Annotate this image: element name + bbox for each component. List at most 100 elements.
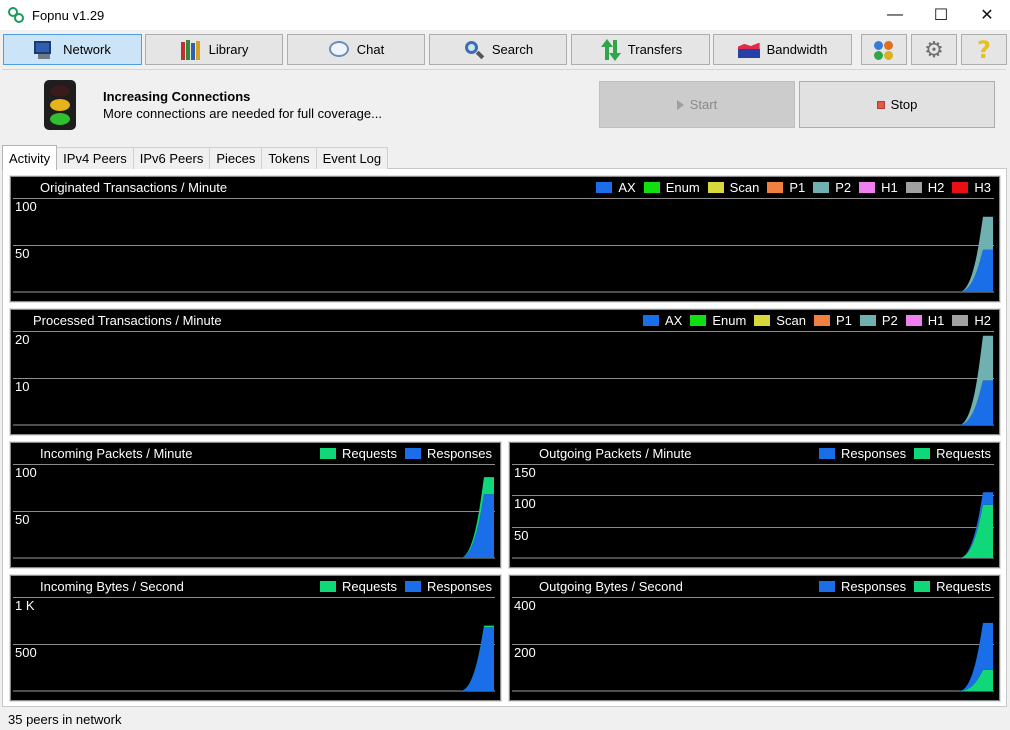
legend-label: H2 xyxy=(927,180,945,195)
tab-event-log[interactable]: Event Log xyxy=(315,147,389,169)
tab-tokens[interactable]: Tokens xyxy=(261,147,317,169)
y-tick-label: 150 xyxy=(514,465,536,480)
legend-item: H1 xyxy=(859,180,898,195)
stop-button[interactable]: Stop xyxy=(799,81,995,128)
maximize-button[interactable]: ☐ xyxy=(918,0,964,30)
legend-item: Scan xyxy=(707,180,760,195)
legend-item: Responses xyxy=(404,446,492,461)
legend-swatch xyxy=(859,315,876,326)
legend-label: Responses xyxy=(426,446,492,461)
legend-label: H1 xyxy=(881,180,898,195)
legend-swatch xyxy=(859,182,876,193)
legend-label: Enum xyxy=(712,313,747,328)
legend-swatch xyxy=(320,581,337,592)
series-area-responses xyxy=(460,627,494,691)
legend-swatch xyxy=(813,315,830,326)
legend-item: H1 xyxy=(905,313,945,328)
library-button[interactable]: Library xyxy=(145,34,283,65)
transfers-button-label: Transfers xyxy=(627,42,683,57)
start-button-label: Start xyxy=(689,97,718,112)
legend-swatch xyxy=(952,182,969,193)
legend-swatch xyxy=(404,581,421,592)
legend-label: P2 xyxy=(881,313,898,328)
tab-ipv6-peers[interactable]: IPv6 Peers xyxy=(132,147,211,169)
chart-processed-transactions: 20 10 Processed Transactions / Minute AX E… xyxy=(10,309,1000,435)
legend-item: Requests xyxy=(320,579,397,594)
tab-activity[interactable]: Activity xyxy=(2,145,58,170)
y-tick-label: 100 xyxy=(15,465,37,480)
legend-swatch xyxy=(404,448,421,459)
legend-label: H3 xyxy=(974,180,991,195)
legend-item: AX xyxy=(596,180,636,195)
search-icon xyxy=(463,39,485,61)
y-tick-label: 1 K xyxy=(15,598,35,613)
legend-item: AX xyxy=(642,313,682,328)
bandwidth-icon xyxy=(737,39,760,61)
y-tick-label: 10 xyxy=(15,379,29,394)
y-tick-label: 100 xyxy=(15,199,37,214)
tab-pieces[interactable]: Pieces xyxy=(209,147,263,169)
bandwidth-button[interactable]: Bandwidth xyxy=(713,34,852,65)
legend-swatch xyxy=(320,448,337,459)
users-icon xyxy=(873,39,895,61)
legend-item: P2 xyxy=(859,313,898,328)
legend-swatch xyxy=(813,182,830,193)
help-icon: ? xyxy=(977,35,991,64)
legend-swatch xyxy=(905,315,922,326)
peer-count-text: 35 peers in network xyxy=(8,712,122,727)
close-button[interactable]: ✕ xyxy=(964,0,1010,30)
legend-item: P1 xyxy=(767,180,805,195)
status-bar: 35 peers in network xyxy=(0,709,1010,730)
help-button[interactable]: ? xyxy=(961,34,1007,65)
chart-plot: 100 50 xyxy=(13,464,495,559)
search-button[interactable]: Search xyxy=(429,34,567,65)
chat-button[interactable]: Chat xyxy=(287,34,425,65)
legend-item: Requests xyxy=(914,579,991,594)
chart-incoming-packets: 100 50 Incoming Packets / Minute Requests… xyxy=(10,442,501,568)
transfers-button[interactable]: Transfers xyxy=(571,34,710,65)
legend-item: H2 xyxy=(952,313,991,328)
legend-label: H1 xyxy=(927,313,945,328)
legend-item: H3 xyxy=(952,180,991,195)
legend-label: Requests xyxy=(342,446,397,461)
chat-icon xyxy=(328,39,350,61)
chart-legend: Responses Requests xyxy=(819,446,999,461)
legend-label: AX xyxy=(618,180,636,195)
legend-label: Scan xyxy=(729,180,760,195)
window-controls: — ☐ ✕ xyxy=(872,0,1010,30)
chart-incoming-bytes: 1 K 500 Incoming Bytes / Second Requests R… xyxy=(10,575,501,701)
y-tick-label: 20 xyxy=(15,332,29,347)
network-button[interactable]: Network xyxy=(3,34,142,65)
legend-item: Enum xyxy=(690,313,746,328)
network-button-label: Network xyxy=(63,42,111,57)
chart-plot: 2010 xyxy=(13,331,994,426)
users-button[interactable] xyxy=(861,34,907,65)
chart-legend: Requests Responses xyxy=(320,446,500,461)
tab-ipv4-peers[interactable]: IPv4 Peers xyxy=(56,147,134,169)
y-tick-label: 50 xyxy=(15,246,29,261)
legend-item: Enum xyxy=(643,180,700,195)
legend-swatch xyxy=(914,581,931,592)
connection-status-panel: Increasing Connections More connections … xyxy=(2,69,1006,141)
start-button[interactable]: Start xyxy=(599,81,795,128)
legend-swatch xyxy=(767,182,784,193)
legend-label: H2 xyxy=(974,313,991,328)
chart-title: Processed Transactions / Minute xyxy=(33,313,222,328)
chart-plot: 400 200 xyxy=(512,597,994,692)
legend-label: P2 xyxy=(835,180,852,195)
chart-outgoing-packets: 150 100 50 Outgoing Packets / Minute Respo… xyxy=(509,442,1000,568)
legend-label: Responses xyxy=(841,579,907,594)
app-logo-icon xyxy=(8,7,24,23)
chart-outgoing-bytes: 400 200 Outgoing Bytes / Second Responses… xyxy=(509,575,1000,701)
legend-swatch xyxy=(643,182,660,193)
legend-item: Requests xyxy=(320,446,397,461)
y-tick-label: 100 xyxy=(514,496,536,511)
stop-button-label: Stop xyxy=(890,97,918,112)
legend-swatch xyxy=(642,315,659,326)
legend-label: P1 xyxy=(835,313,852,328)
y-tick-label: 50 xyxy=(15,512,29,527)
transfers-icon xyxy=(599,38,621,61)
y-tick-label: 400 xyxy=(514,598,536,613)
minimize-button[interactable]: — xyxy=(872,0,918,30)
settings-button[interactable]: ⚙ xyxy=(911,34,957,65)
